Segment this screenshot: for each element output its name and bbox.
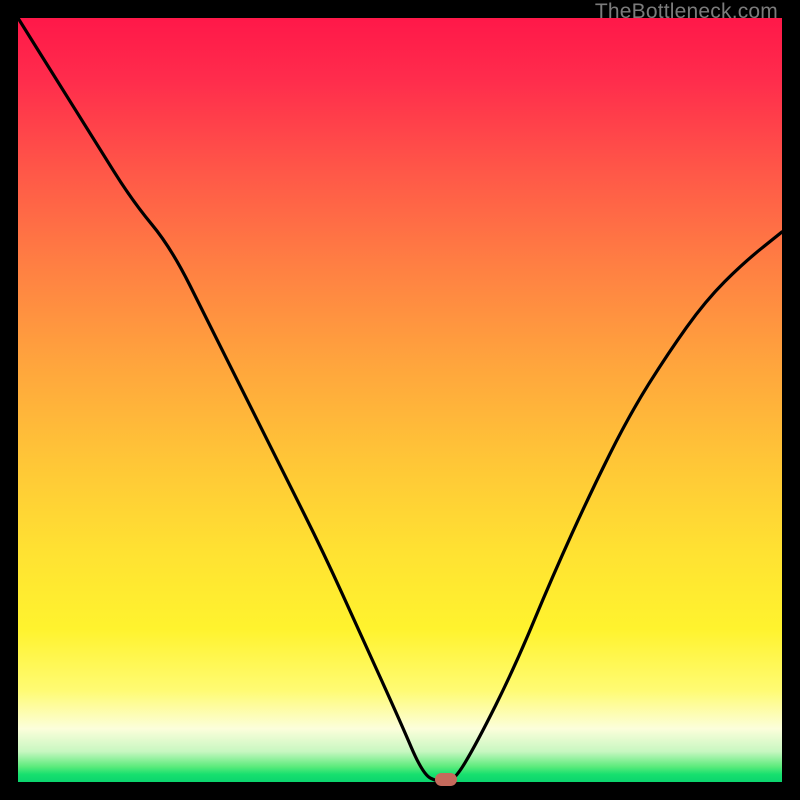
plot-area <box>18 18 782 782</box>
optimal-point-marker <box>435 773 457 786</box>
bottleneck-curve <box>18 18 782 782</box>
curve-path <box>18 18 782 782</box>
chart-frame: TheBottleneck.com <box>0 0 800 800</box>
